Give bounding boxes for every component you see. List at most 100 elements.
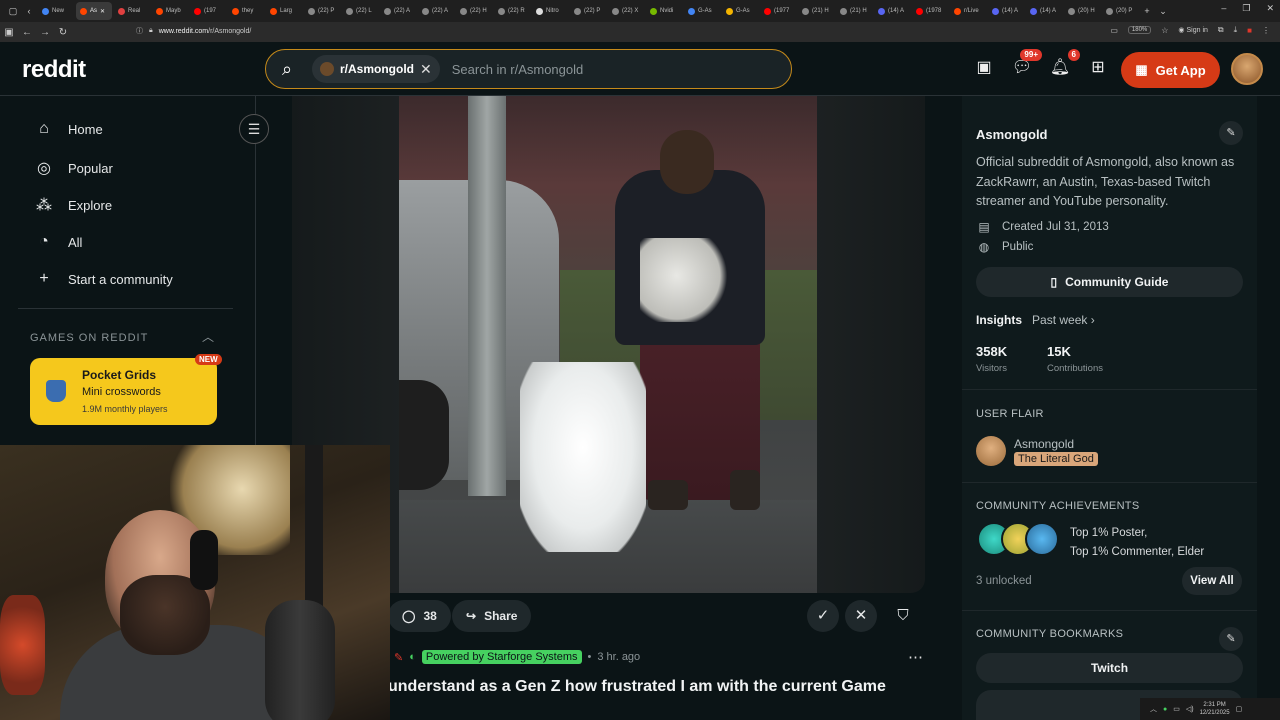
chat-icon[interactable]: 💬︎ 99+ <box>1010 49 1042 80</box>
tray-app-icon[interactable]: ● <box>1163 706 1167 713</box>
sidebar-item-home[interactable]: ⌂ Home <box>34 120 103 138</box>
tab-search-icon[interactable]: ⌄ <box>1156 6 1170 17</box>
tab-label: Real <box>128 8 141 14</box>
browser-tab[interactable]: (1978 <box>912 2 948 20</box>
browser-tab[interactable]: G-As <box>722 2 758 20</box>
browser-tab[interactable]: (20) H <box>1064 2 1100 20</box>
guide-label: Community Guide <box>1065 275 1169 289</box>
comments-button[interactable]: ◯ 38 <box>388 600 451 632</box>
browser-tab[interactable]: (21) H <box>798 2 834 20</box>
bookmark-star-icon[interactable]: ☆ <box>1161 26 1168 35</box>
minimize-button[interactable]: – <box>1221 3 1226 14</box>
site-info-icon[interactable]: ⓘ <box>136 26 143 36</box>
browser-tab[interactable]: As ✕ <box>76 2 112 20</box>
sidebar-item-popular[interactable]: ◎ Popular <box>34 158 113 178</box>
search-bar[interactable]: ⌕ r/Asmongold ✕ Search in r/Asmongold <box>265 49 792 89</box>
close-window-button[interactable]: ✕ <box>1266 3 1274 14</box>
sidebar-item-explore[interactable]: ⁂ Explore <box>34 195 112 215</box>
subreddit-chip[interactable]: r/Asmongold ✕ <box>312 55 440 83</box>
browser-tab[interactable]: (22) L <box>342 2 378 20</box>
create-post-icon[interactable]: ⊞ <box>1086 56 1110 80</box>
game-card-pocket-grids[interactable]: Pocket Grids Mini crosswords 1.9M monthl… <box>30 358 217 425</box>
browser-tab[interactable]: Larg <box>266 2 302 20</box>
browser-tab[interactable]: (22) P <box>570 2 606 20</box>
photo-person-head <box>660 130 714 194</box>
browser-tab[interactable]: Mayb <box>152 2 188 20</box>
browser-tab[interactable]: (22) R <box>494 2 530 20</box>
maximize-button[interactable]: ❐ <box>1242 3 1250 14</box>
visibility-row: ◍ Public <box>976 240 1034 254</box>
search-input[interactable]: Search in r/Asmongold <box>452 62 584 77</box>
browser-tab[interactable]: (14) A <box>874 2 910 20</box>
screen-icon[interactable]: ▭ <box>1110 26 1118 35</box>
back-button[interactable]: ← <box>18 27 36 38</box>
browser-tab[interactable]: (14) A <box>1026 2 1062 20</box>
browser-tab[interactable]: (22) A <box>418 2 454 20</box>
edit-community-button[interactable]: ✎ <box>1219 121 1243 145</box>
browser-tab[interactable]: (1977 <box>760 2 796 20</box>
new-tab-button[interactable]: + <box>1140 6 1154 16</box>
game-title: Pocket Grids <box>82 368 157 382</box>
download-icon[interactable]: ⤓ <box>1234 25 1238 35</box>
tab-menu-icon[interactable]: ▢ <box>6 6 20 17</box>
signin-button[interactable]: ◉ Sign in <box>1178 26 1207 34</box>
network-icon[interactable]: ▭ <box>1173 705 1180 713</box>
ad-icon[interactable]: ▣ <box>972 56 996 80</box>
extension-red-icon[interactable]: ■ <box>1247 26 1252 35</box>
more-options-icon[interactable]: ⋯ <box>908 648 923 666</box>
sidebar-item-all[interactable]: ◔ All <box>34 233 82 251</box>
browser-tab[interactable]: (22) P <box>304 2 340 20</box>
browser-tab[interactable]: (197 <box>190 2 226 20</box>
sidebar-item-start-community[interactable]: + Start a community <box>34 270 172 288</box>
tab-scroll-icon[interactable]: ‹ <box>22 6 36 16</box>
browser-tab[interactable]: (22) H <box>456 2 492 20</box>
game-icon <box>46 380 66 402</box>
reload-button[interactable]: ↻ <box>54 27 72 38</box>
edit-bookmarks-button[interactable]: ✎ <box>1219 627 1243 651</box>
bookmark-twitch-button[interactable]: Twitch <box>976 653 1243 683</box>
browser-tab[interactable]: (20) P <box>1102 2 1138 20</box>
menu-icon[interactable]: ⋮ <box>1262 26 1270 35</box>
browser-tab[interactable]: they <box>228 2 264 20</box>
insights-period-dropdown[interactable]: Past week › <box>1032 313 1095 327</box>
extensions-icon[interactable]: ⧉ <box>1218 25 1224 35</box>
shield-icon[interactable]: ⛉ <box>887 600 919 632</box>
flair-tag[interactable]: The Literal God <box>1014 452 1098 466</box>
tab-favicon-icon <box>726 7 733 15</box>
zoom-level[interactable]: 180% <box>1127 26 1152 34</box>
browser-tab[interactable]: Nitro <box>532 2 568 20</box>
share-button[interactable]: ↪ Share <box>452 600 532 632</box>
browser-tab[interactable]: (22) A <box>380 2 416 20</box>
chip-close-icon[interactable]: ✕ <box>420 61 432 78</box>
reddit-logo[interactable]: reddit <box>22 56 86 84</box>
achievement-icons[interactable] <box>977 522 1059 556</box>
browser-tab[interactable]: Real <box>114 2 150 20</box>
notification-center-icon[interactable]: ▢ <box>1236 705 1243 713</box>
clock[interactable]: 2:31 PM 12/21/2025 <box>1200 701 1230 717</box>
browser-tab[interactable]: G-As <box>684 2 720 20</box>
browser-tab[interactable]: (22) X <box>608 2 644 20</box>
browser-tab[interactable]: New <box>38 2 74 20</box>
tab-close-icon[interactable]: ✕ <box>100 8 105 15</box>
get-app-button[interactable]: ▦ Get App <box>1121 52 1220 88</box>
browser-tab[interactable]: r/Live <box>950 2 986 20</box>
approve-button[interactable]: ✓ <box>807 600 839 632</box>
volume-icon[interactable]: ◁) <box>1186 705 1194 713</box>
tab-label: (197 <box>204 8 217 14</box>
chevron-up-icon[interactable]: ︿ <box>202 328 214 345</box>
hamburger-menu-icon[interactable]: ☰ <box>239 114 269 144</box>
post-flair[interactable]: Powered by Starforge Systems <box>421 650 582 664</box>
user-avatar[interactable] <box>1231 53 1263 85</box>
browser-tab[interactable]: Nvidi <box>646 2 682 20</box>
browser-tab[interactable]: (14) A <box>988 2 1024 20</box>
post-title[interactable]: understand as a Gen Z how frustrated I a… <box>388 678 886 696</box>
notification-bell-icon[interactable]: 🔔︎ 6 <box>1048 49 1080 80</box>
remove-button[interactable]: ✕ <box>845 600 877 632</box>
url-field[interactable]: ⓘ 🔒︎ www.reddit.com/r/Asmongold/ <box>136 26 251 36</box>
browser-tab[interactable]: (21) H <box>836 2 872 20</box>
view-all-button[interactable]: View All <box>1182 567 1242 595</box>
forward-button[interactable]: → <box>36 27 54 38</box>
community-guide-button[interactable]: ▯ Community Guide <box>976 267 1243 297</box>
tray-chevron-icon[interactable]: ︿ <box>1150 704 1157 714</box>
sidebar-toggle-icon[interactable]: ▣ <box>0 27 18 38</box>
